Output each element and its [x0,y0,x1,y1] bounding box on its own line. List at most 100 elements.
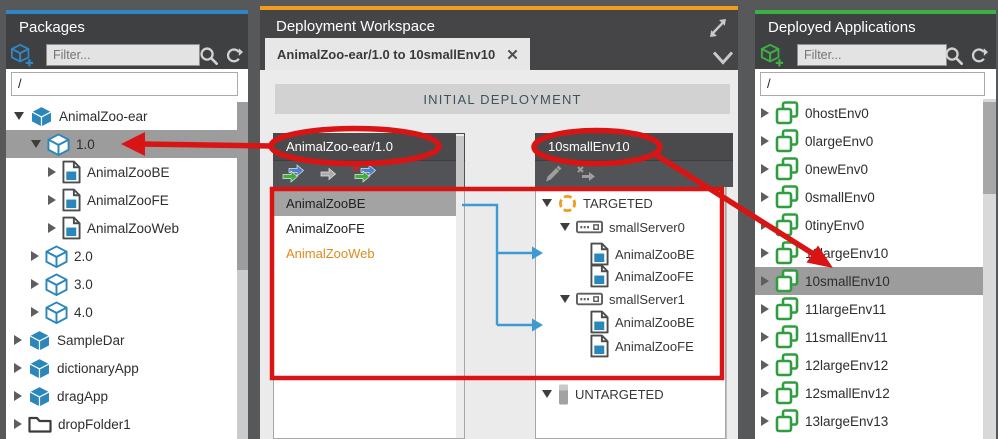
expand-icon[interactable] [48,167,56,177]
expand-icon[interactable] [761,220,769,230]
chevron-down-icon[interactable] [711,46,735,70]
unmap-deployable-icon[interactable] [575,164,599,184]
deployment-workspace-panel: Deployment Workspace AnimalZoo-ear/1.0 t… [260,6,738,439]
target-column-header: 10smallEnv10 [535,133,733,160]
packages-path-input[interactable] [11,72,238,96]
collapse-icon[interactable] [14,112,24,120]
collapse-icon[interactable] [542,390,552,398]
map-all-deployables-icon[interactable] [281,164,307,184]
expand-icon[interactable] [761,304,769,314]
tree-item-label: dropFolder1 [58,417,131,432]
source-list-scrollbar[interactable] [456,134,464,438]
environment-item-10smallEnv10[interactable]: 10smallEnv10 [755,267,983,295]
deployable-item-label: AnimalZooWeb [286,246,375,261]
target-column-toolbar [535,160,733,187]
environment-item-0hostEnv0[interactable]: 0hostEnv0 [755,99,983,127]
expand-icon[interactable] [761,108,769,118]
expand-icon[interactable] [761,248,769,258]
tree-item-dragApp[interactable]: dragApp [6,382,237,410]
tree-item-4.0[interactable]: 4.0 [6,298,237,326]
expand-icon[interactable] [761,332,769,342]
expand-icon[interactable] [761,360,769,370]
expand-icon[interactable] [31,279,39,289]
environment-item-label: 0largeEnv0 [805,134,873,149]
collapse-icon[interactable] [31,140,41,148]
deployable-item-AnimalZooWeb[interactable]: AnimalZooWeb [274,241,464,266]
tree-item-label: AnimalZooBE [87,165,170,180]
workspace-tab[interactable]: AnimalZoo-ear/1.0 to 10smallEnv10 [265,38,530,70]
tree-item-AnimalZooWeb[interactable]: AnimalZooWeb [6,214,237,242]
source-list-scrollbar-thumb[interactable] [456,136,464,190]
expand-icon[interactable] [48,195,56,205]
collapse-icon[interactable] [542,199,552,207]
add-environment-icon[interactable] [760,43,784,67]
expand-icon[interactable] [14,363,22,373]
expand-icon[interactable] [31,307,39,317]
map-selected-deployable-icon[interactable] [319,164,339,184]
target-tree-item-smallServer0[interactable]: smallServer0 [560,215,685,239]
packages-panel-title: Packages [6,14,248,41]
tree-item-label: 3.0 [74,277,93,292]
tree-item-dropFolder1[interactable]: dropFolder1 [6,410,237,438]
environment-item-label: 12smallEnv12 [805,386,890,401]
edit-mapping-icon[interactable] [543,164,563,184]
expand-panel-icon[interactable] [706,16,730,40]
expand-icon[interactable] [761,416,769,426]
expand-icon[interactable] [761,136,769,146]
tree-item-1.0[interactable]: 1.0 [6,130,237,158]
close-tab-icon[interactable] [507,49,518,60]
environment-item-12largeEnv12[interactable]: 12largeEnv12 [755,351,983,379]
deployed-scrollbar-thumb[interactable] [983,102,996,194]
initial-deployment-button[interactable]: INITIAL DEPLOYMENT [275,84,730,114]
deployed-path-input[interactable] [760,72,985,96]
expand-icon[interactable] [761,388,769,398]
target-list-scrollbar[interactable] [726,187,733,439]
search-icon[interactable] [943,43,963,67]
target-tree-item-TARGETED[interactable]: TARGETED [542,191,653,215]
refresh-icon[interactable] [968,43,988,67]
tree-item-SampleDar[interactable]: SampleDar [6,326,237,354]
collapse-icon[interactable] [560,223,570,231]
packages-filter-input[interactable] [46,44,200,66]
environment-item-0smallEnv0[interactable]: 0smallEnv0 [755,183,983,211]
packages-scrollbar[interactable] [237,102,248,439]
target-tree-item-untargeted[interactable]: UNTARGETED [542,382,664,406]
environment-item-0newEnv0[interactable]: 0newEnv0 [755,155,983,183]
deployable-item-AnimalZooBE[interactable]: AnimalZooBE [274,191,464,216]
add-package-icon[interactable] [10,43,34,67]
target-tree-item-smallServer1[interactable]: smallServer1 [560,287,685,311]
deployable-item-AnimalZooFE[interactable]: AnimalZooFE [274,216,464,241]
environment-item-13largeEnv13[interactable]: 13largeEnv13 [755,407,983,435]
search-icon[interactable] [198,43,218,67]
expand-icon[interactable] [14,335,22,345]
environment-item-0tinyEnv0[interactable]: 0tinyEnv0 [755,211,983,239]
remove-all-mappings-icon[interactable] [351,164,379,184]
environment-item-12smallEnv12[interactable]: 12smallEnv12 [755,379,983,407]
environment-item-0largeEnv0[interactable]: 0largeEnv0 [755,127,983,155]
deployed-filter-input[interactable] [797,44,947,66]
tree-item-dictionaryApp[interactable]: dictionaryApp [6,354,237,382]
target-tree-item-AnimalZooBE[interactable]: AnimalZooBE [590,309,694,335]
expand-icon[interactable] [48,223,56,233]
target-tree-item-AnimalZooFE[interactable]: AnimalZooFE [590,333,694,359]
expand-icon[interactable] [761,276,769,286]
environment-item-10largeEnv10[interactable]: 10largeEnv10 [755,239,983,267]
refresh-icon[interactable] [223,43,243,67]
deployed-scrollbar[interactable] [983,99,996,439]
target-tree-item-AnimalZooFE[interactable]: AnimalZooFE [590,263,694,289]
tree-item-2.0[interactable]: 2.0 [6,242,237,270]
expand-icon[interactable] [14,391,22,401]
tree-item-AnimalZooFE[interactable]: AnimalZooFE [6,186,237,214]
tree-item-3.0[interactable]: 3.0 [6,270,237,298]
expand-icon[interactable] [31,251,39,261]
tree-item-AnimalZooBE[interactable]: AnimalZooBE [6,158,237,186]
collapse-icon[interactable] [560,295,570,303]
expand-icon[interactable] [14,419,22,429]
environment-item-label: 0newEnv0 [805,162,868,177]
expand-icon[interactable] [761,192,769,202]
environment-item-11smallEnv11[interactable]: 11smallEnv11 [755,323,983,351]
expand-icon[interactable] [761,164,769,174]
environment-item-11largeEnv11[interactable]: 11largeEnv11 [755,295,983,323]
tree-item-AnimalZoo-ear[interactable]: AnimalZoo-ear [6,102,237,130]
packages-scrollbar-thumb[interactable] [237,102,248,270]
